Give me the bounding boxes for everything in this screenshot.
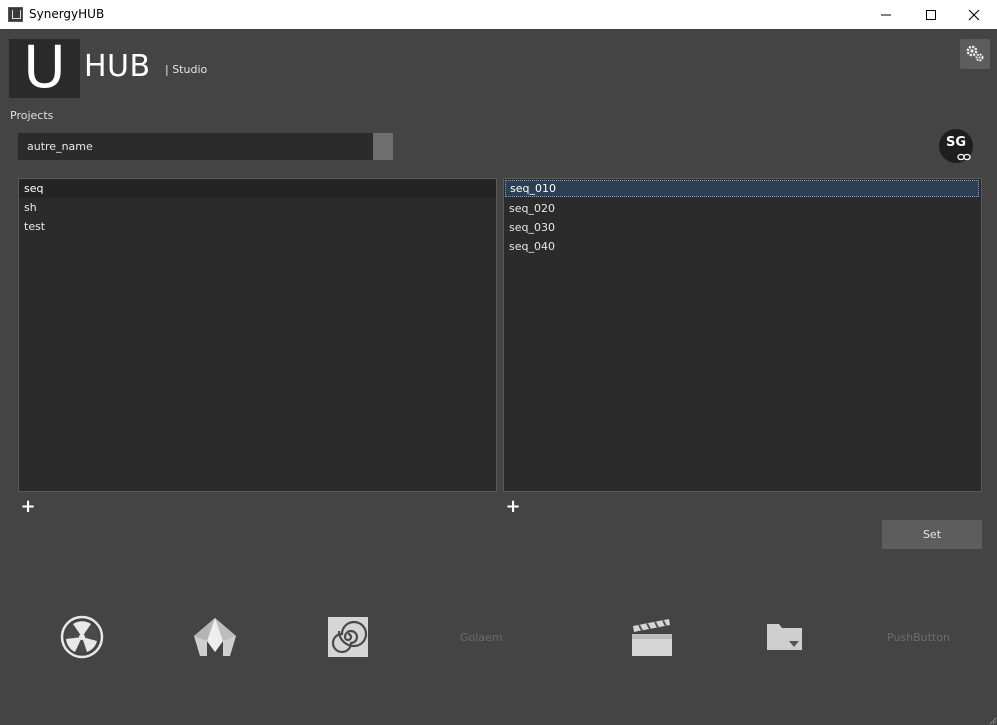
minimize-icon — [881, 14, 891, 16]
nuke-icon — [60, 615, 104, 659]
folder-icon — [767, 624, 802, 650]
window-title: SynergyHUB — [29, 7, 105, 21]
list-item[interactable]: seq — [19, 179, 496, 198]
close-button[interactable] — [951, 0, 997, 29]
houdini-launch-button[interactable] — [325, 614, 371, 660]
list-item[interactable]: seq_020 — [504, 199, 981, 218]
shotgun-link-icon — [957, 153, 971, 161]
maya-icon — [194, 618, 236, 656]
logo-letter: U — [23, 33, 66, 101]
settings-button[interactable] — [960, 39, 990, 69]
project-select[interactable]: autre_name — [18, 133, 393, 160]
logo: U — [9, 35, 80, 99]
resize-grip-icon[interactable] — [988, 716, 997, 725]
list-item[interactable]: test — [19, 217, 496, 236]
app-icon — [8, 7, 23, 22]
add-category-button[interactable]: + — [20, 498, 36, 516]
project-select-value: autre_name — [27, 140, 93, 153]
list-item[interactable]: seq_010 — [505, 180, 979, 197]
folder-launch-button[interactable] — [762, 614, 808, 660]
set-button[interactable]: Set — [882, 520, 982, 549]
main-window: U HUB | Studio Projects autre_name SG se… — [0, 29, 997, 725]
minimize-button[interactable] — [863, 0, 909, 29]
maximize-icon — [926, 10, 936, 20]
nuke-launch-button[interactable] — [59, 614, 105, 660]
gears-icon — [966, 45, 984, 62]
clapperboard-icon — [632, 619, 672, 656]
project-select-arrow[interactable] — [373, 133, 393, 160]
shotgun-button[interactable]: SG — [939, 129, 973, 163]
list-item[interactable]: seq_030 — [504, 218, 981, 237]
studio-subtitle: | Studio — [165, 63, 208, 76]
title-bar: SynergyHUB — [0, 0, 997, 29]
add-sequence-button[interactable]: + — [505, 498, 521, 516]
houdini-icon — [328, 617, 368, 657]
shotgun-badge-text: SG — [945, 135, 967, 150]
push-button[interactable]: PushButton — [887, 631, 950, 644]
category-list[interactable]: seq sh test — [18, 178, 497, 492]
clapperboard-launch-button[interactable] — [629, 614, 675, 660]
maximize-button[interactable] — [908, 0, 954, 29]
projects-label: Projects — [10, 109, 54, 122]
app-name: HUB — [84, 49, 151, 84]
list-item[interactable]: sh — [19, 198, 496, 217]
maya-launch-button[interactable] — [192, 614, 238, 660]
golaem-launch-button[interactable]: Golaem — [460, 631, 503, 644]
list-item[interactable]: seq_040 — [504, 237, 981, 256]
sequence-list[interactable]: seq_010 seq_020 seq_030 seq_040 — [503, 178, 982, 492]
close-icon — [968, 9, 980, 21]
